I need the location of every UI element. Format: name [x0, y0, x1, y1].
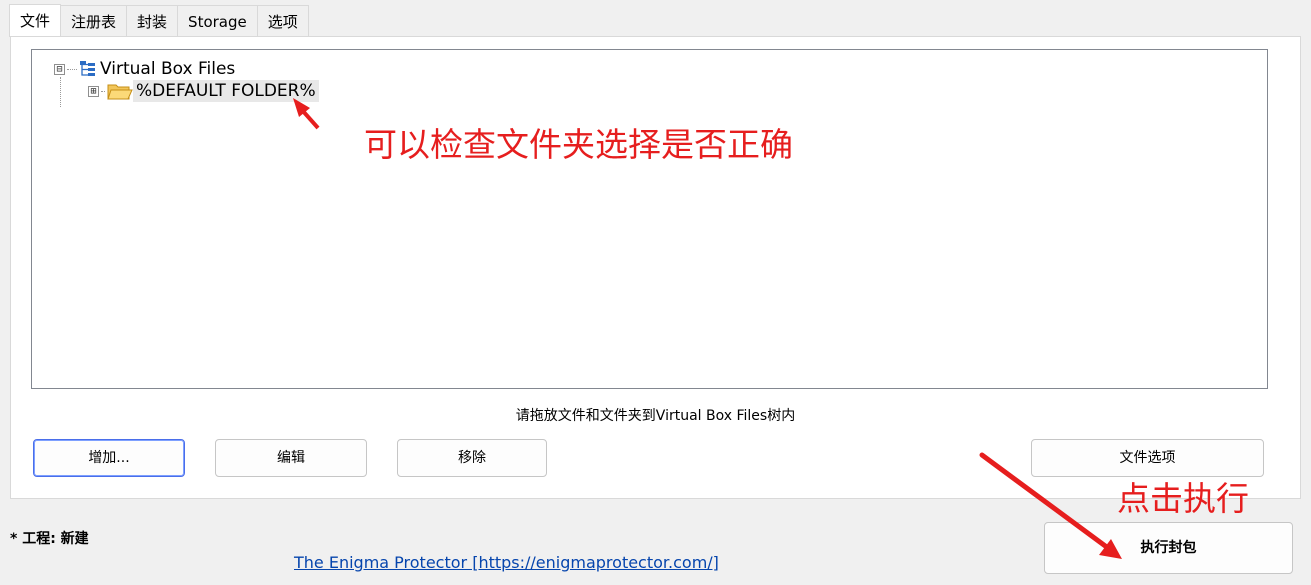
expand-icon[interactable]: ⊞ [88, 85, 99, 97]
files-panel: ⊟ Virtual Box Files ⊞ %DEFAULT FOLDER% 请… [10, 36, 1301, 499]
collapse-icon[interactable]: ⊟ [54, 63, 65, 75]
tab-registry[interactable]: 注册表 [60, 5, 128, 36]
tree-connector [101, 90, 105, 92]
file-tree[interactable]: ⊟ Virtual Box Files ⊞ %DEFAULT FOLDER% [31, 49, 1268, 389]
tab-files[interactable]: 文件 [9, 4, 62, 37]
tree-connector [67, 68, 77, 70]
edit-button[interactable]: 编辑 [215, 439, 367, 477]
annotation-click-execute: 点击执行 [1117, 479, 1249, 518]
annotation-check-folder: 可以检查文件夹选择是否正确 [364, 125, 793, 164]
folder-icon [107, 81, 133, 101]
tree-node-label[interactable]: Virtual Box Files [97, 58, 238, 80]
add-button[interactable]: 增加... [33, 439, 185, 477]
tree-node-default-folder[interactable]: ⊞ %DEFAULT FOLDER% [88, 80, 319, 102]
tab-storage[interactable]: Storage [177, 5, 258, 36]
tree-connector-line [60, 77, 61, 107]
drag-drop-hint: 请拖放文件和文件夹到Virtual Box Files树内 [515, 408, 796, 424]
tree-node-root[interactable]: ⊟ Virtual Box Files [54, 58, 238, 80]
tab-bar: 文件 注册表 封装 Storage 选项 [9, 4, 309, 37]
project-status: * 工程: 新建 [10, 531, 89, 547]
enigma-protector-link[interactable]: The Enigma Protector [https://enigmaprot… [294, 553, 719, 572]
tree-node-label[interactable]: %DEFAULT FOLDER% [133, 80, 319, 102]
tree-structure-icon [79, 60, 97, 78]
tab-options[interactable]: 选项 [256, 5, 309, 36]
tab-packing[interactable]: 封装 [126, 5, 179, 36]
remove-button[interactable]: 移除 [397, 439, 547, 477]
enigma-virtual-box-window: 文件 注册表 封装 Storage 选项 ⊟ Virtual Box Files… [0, 0, 1311, 585]
execute-pack-button[interactable]: 执行封包 [1044, 522, 1293, 574]
